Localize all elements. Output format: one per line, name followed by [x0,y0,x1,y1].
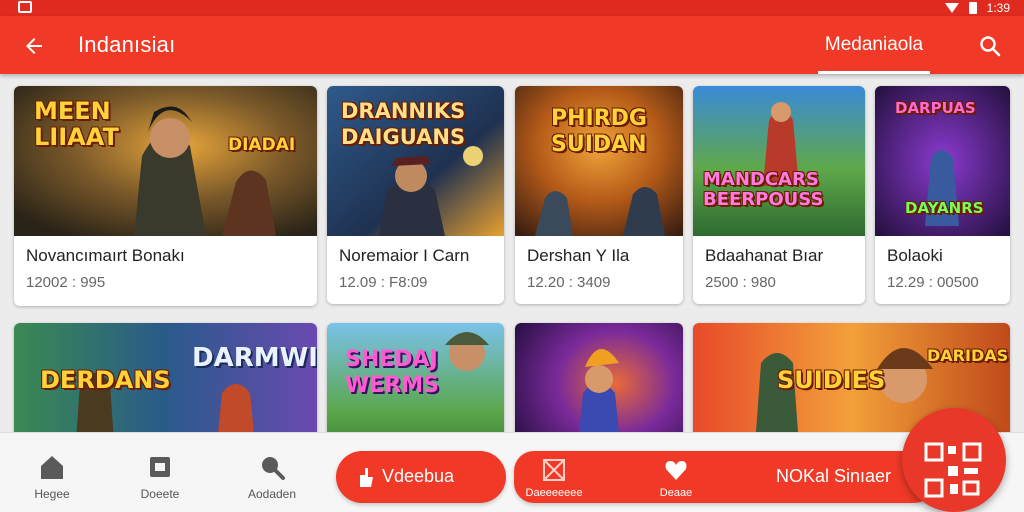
art-text-line: DRANNIKS [341,99,466,123]
status-time: 1:39 [986,1,1010,15]
game-meta: 12.20 : 3409 [527,274,611,291]
game-title: Dershan Y Ila [527,246,630,265]
game-card[interactable]: DARPUAS DAYANRS Bolaoki 12.29 : 00500 [875,86,1010,304]
art-text-line: SHEDAJ [345,347,438,372]
battery-icon [968,2,977,14]
wifi-icon [944,3,959,13]
thumbnail-art-text: DARPUAS [895,100,976,117]
art-text-line: MEEN [34,97,111,125]
heart-icon [665,461,687,480]
thumbnail-art-text: SHEDAJ WERMS [345,347,439,399]
tab-active[interactable]: Medaniaola [818,30,930,74]
game-meta: 2500 : 980 [705,274,776,291]
art-text-line: WERMS [345,373,439,398]
search-button[interactable] [974,30,1006,62]
crossed-box-icon [543,459,565,481]
game-title: Noremaior I Carn [339,246,470,265]
game-thumbnail: DARPUAS DAYANRS [875,86,1010,236]
arrow-left-icon [26,38,42,54]
secondary-action-bar[interactable]: Daeeeeeee Deaae NOKal Sinıaer [514,451,934,503]
nav-home[interactable]: Hegee [12,453,92,503]
nav-docs[interactable]: Doeete [120,453,200,503]
search-icon [980,36,1001,57]
game-title: Bolaoki [887,246,943,265]
primary-action-label: Vdeebua [382,466,455,486]
notification-icon [18,1,32,13]
qr-code-icon [924,442,982,498]
back-button[interactable] [18,30,50,62]
art-text-line: DAIGUANS [341,125,466,149]
status-bar: 1:39 [0,0,1024,16]
game-title: Bdaahanat Bıar [705,246,824,265]
thumbnail-art-text: DERDANS [40,367,171,393]
art-text-line: DARPUAS [895,99,976,117]
thumbnail-art-text: MANDCARS BEERPOUSS [703,170,823,210]
game-thumbnail: DRANNIKS DAIGUANS [327,86,504,236]
thumbnail-art-text: DIADAI [228,132,295,158]
app-bar: Indanısiaı Medaniaola [0,16,1024,74]
game-card[interactable]: MANDCARS BEERPOUSS Bdaahanat Bıar 2500 : … [693,86,865,304]
art-text-line: DARIDAS [927,346,1009,365]
game-card[interactable]: PHIRDG SUIDAN Dershan Y Ila 12.20 : 3409 [515,86,683,304]
game-thumbnail: MEEN LIIAAT DIADAI [14,86,317,236]
hand-icon [360,468,373,487]
nav-home-label: Hegee [34,487,70,501]
magnifier-icon [262,457,285,480]
game-card[interactable]: MEEN LIIAAT DIADAI Novancımaırt Bonakı 12… [14,86,317,306]
thumbnail-art-text: DARMWINS [192,345,317,371]
game-thumbnail: PHIRDG SUIDAN [515,86,683,236]
qr-fab-button[interactable] [902,408,1006,512]
art-text-line: DIADAI [228,135,296,155]
thumbnail-art-text: DAYANRS [905,200,984,217]
art-text-line: BEERPOUSS [703,189,824,210]
game-meta: 12002 : 995 [26,274,106,291]
action-item-2-label: Deaae [659,487,693,499]
art-text-line: SUIDAN [551,132,647,157]
art-text-line: PHIRDG [551,106,647,131]
game-meta: 12.09 : F8:09 [339,274,428,291]
art-text-line: LIIAAT [34,123,119,151]
nav-search-label: Aodaden [247,487,297,501]
bottom-navigation: Hegee Doeete Aodaden Vdeebua Daeeeeeee D… [0,432,1024,512]
thumbnail-art-text: DRANNIKS DAIGUANS [341,98,465,150]
action-item-1-label: Daeeeeeee [525,487,583,499]
action-item-1[interactable]: Daeeeeeee [514,457,594,499]
thumbnail-art-text: PHIRDG SUIDAN [551,106,647,158]
game-meta: 12.29 : 00500 [887,274,979,291]
document-icon [150,457,170,477]
art-text-line: SUIDIES [777,366,886,394]
secondary-action-label: NOKal Sinıaer [776,466,892,486]
thumbnail-art-text: MEEN LIIAAT [34,98,119,150]
game-title: Novancımaırt Bonakı [26,246,185,265]
nav-search[interactable]: Aodaden [232,453,312,503]
game-thumbnail: MANDCARS BEERPOUSS [693,86,865,236]
art-text-line: DAYANRS [905,199,984,217]
game-card[interactable]: DRANNIKS DAIGUANS Noremaior I Carn 12.09 … [327,86,504,304]
page-title: Indanısiaı [78,32,176,57]
action-item-2[interactable]: Deaae [636,457,716,499]
status-icons: 1:39 [944,0,1010,16]
thumbnail-art-text: DARIDAS [927,347,1008,365]
primary-action-button[interactable]: Vdeebua [336,451,506,503]
nav-docs-label: Doeete [140,487,180,501]
home-icon [41,456,63,479]
art-text-line: MANDCARS [703,169,819,190]
art-text-line: DERDANS [40,366,171,394]
thumbnail-art-text: SUIDIES [777,367,885,393]
art-text-line: DARMWINS [192,343,317,373]
